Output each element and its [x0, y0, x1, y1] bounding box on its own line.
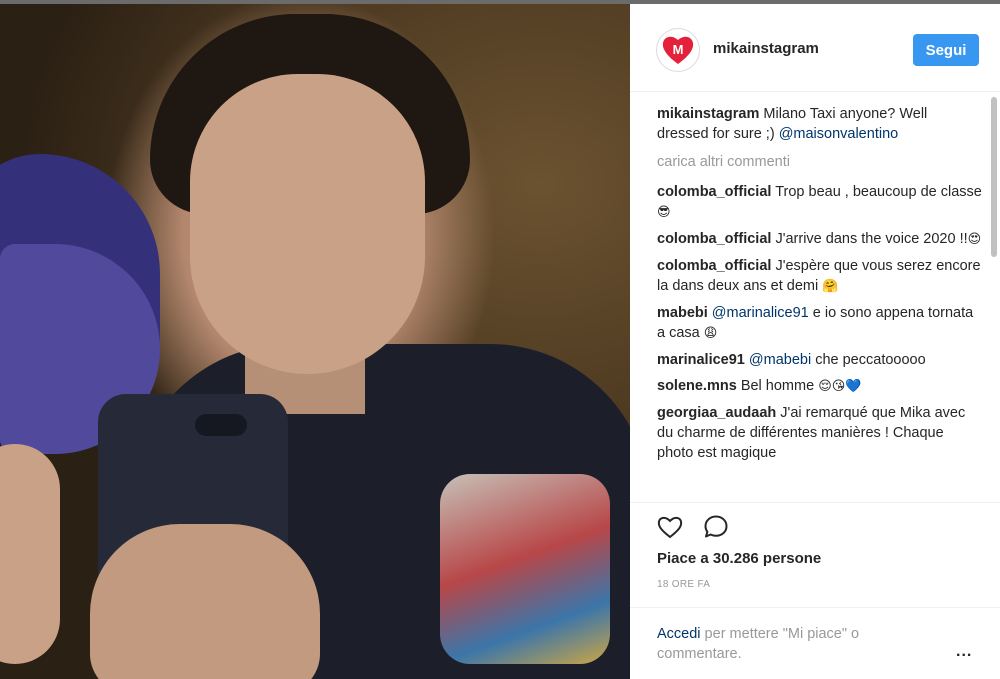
- comment-mention[interactable]: @marinalice91: [712, 305, 809, 321]
- comment-item: georgiaa_audaah J'ai remarqué que Mika a…: [657, 403, 982, 463]
- comment-item: marinalice91 @mabebi che peccatooooo: [657, 350, 982, 370]
- comment-username[interactable]: mabebi: [657, 305, 708, 321]
- more-options-icon[interactable]: ...: [956, 643, 972, 661]
- svg-text:M: M: [673, 42, 684, 57]
- caption-username[interactable]: mikainstagram: [657, 106, 759, 122]
- header-username[interactable]: mikainstagram: [713, 40, 819, 57]
- comment-emoji: 😌😘💙: [818, 379, 862, 394]
- likes-count[interactable]: Piace a 30.286 persone: [657, 550, 821, 567]
- phone-camera: [195, 414, 247, 436]
- comments-list[interactable]: mikainstagram Milano Taxi anyone? Well d…: [657, 104, 982, 500]
- load-more-comments[interactable]: carica altri commenti: [657, 152, 982, 172]
- comments-scrollbar[interactable]: [990, 97, 998, 497]
- heart-outline-icon[interactable]: [656, 513, 684, 541]
- post-actions: Piace a 30.286 persone 18 ORE FA Accedi …: [630, 502, 1000, 679]
- comment-username[interactable]: marinalice91: [657, 352, 745, 368]
- caption: mikainstagram Milano Taxi anyone? Well d…: [657, 104, 982, 144]
- comment-emoji: 😎: [657, 205, 671, 220]
- comment-item: colomba_official J'espère que vous serez…: [657, 256, 982, 297]
- avatar[interactable]: M: [656, 28, 700, 72]
- comment-text: che peccatooooo: [811, 352, 926, 368]
- post-header: M mikainstagram Segui: [630, 4, 1000, 92]
- comment-username[interactable]: solene.mns: [657, 378, 737, 394]
- login-link[interactable]: Accedi: [657, 626, 701, 642]
- comment-item: colomba_official Trop beau , beaucoup de…: [657, 182, 982, 223]
- scrollbar-thumb[interactable]: [991, 97, 997, 257]
- comment-username[interactable]: georgiaa_audaah: [657, 405, 776, 421]
- comment-emoji: 🤗: [822, 279, 839, 294]
- comment-item: mabebi @marinalice91 e io sono appena to…: [657, 303, 982, 344]
- comment-username[interactable]: colomba_official: [657, 184, 771, 200]
- comment-username[interactable]: colomba_official: [657, 258, 771, 274]
- login-text: Accedi per mettere "Mi piace" o commenta…: [657, 624, 917, 664]
- caption-mention[interactable]: @maisonvalentino: [779, 126, 899, 142]
- speech-bubble-icon[interactable]: [702, 513, 730, 541]
- comment-text: Bel homme: [740, 378, 819, 394]
- heart-m-logo-icon: M: [662, 36, 694, 64]
- comment-text: J'arrive dans the voice 2020 !!: [775, 231, 968, 247]
- comment-item: colomba_official J'arrive dans the voice…: [657, 229, 982, 250]
- left-hand: [0, 444, 60, 664]
- follow-button[interactable]: Segui: [913, 34, 979, 66]
- comment-text: Trop beau , beaucoup de classe: [775, 184, 982, 200]
- comment-emoji: 😩: [703, 326, 718, 341]
- login-prompt: Accedi per mettere "Mi piace" o commenta…: [630, 607, 1000, 662]
- comment-username[interactable]: colomba_official: [657, 231, 771, 247]
- comment-item: solene.mns Bel homme 😌😘💙: [657, 376, 982, 397]
- comment-mention[interactable]: @mabebi: [749, 352, 811, 368]
- shirt-patch: [440, 474, 610, 664]
- post-photo[interactable]: [0, 4, 630, 679]
- right-hand: [90, 524, 320, 679]
- face: [190, 74, 425, 374]
- comment-emoji: 😍: [967, 232, 982, 247]
- post-side-panel: M mikainstagram Segui mikainstagram Mila…: [630, 4, 1000, 679]
- post-timestamp[interactable]: 18 ORE FA: [657, 579, 710, 590]
